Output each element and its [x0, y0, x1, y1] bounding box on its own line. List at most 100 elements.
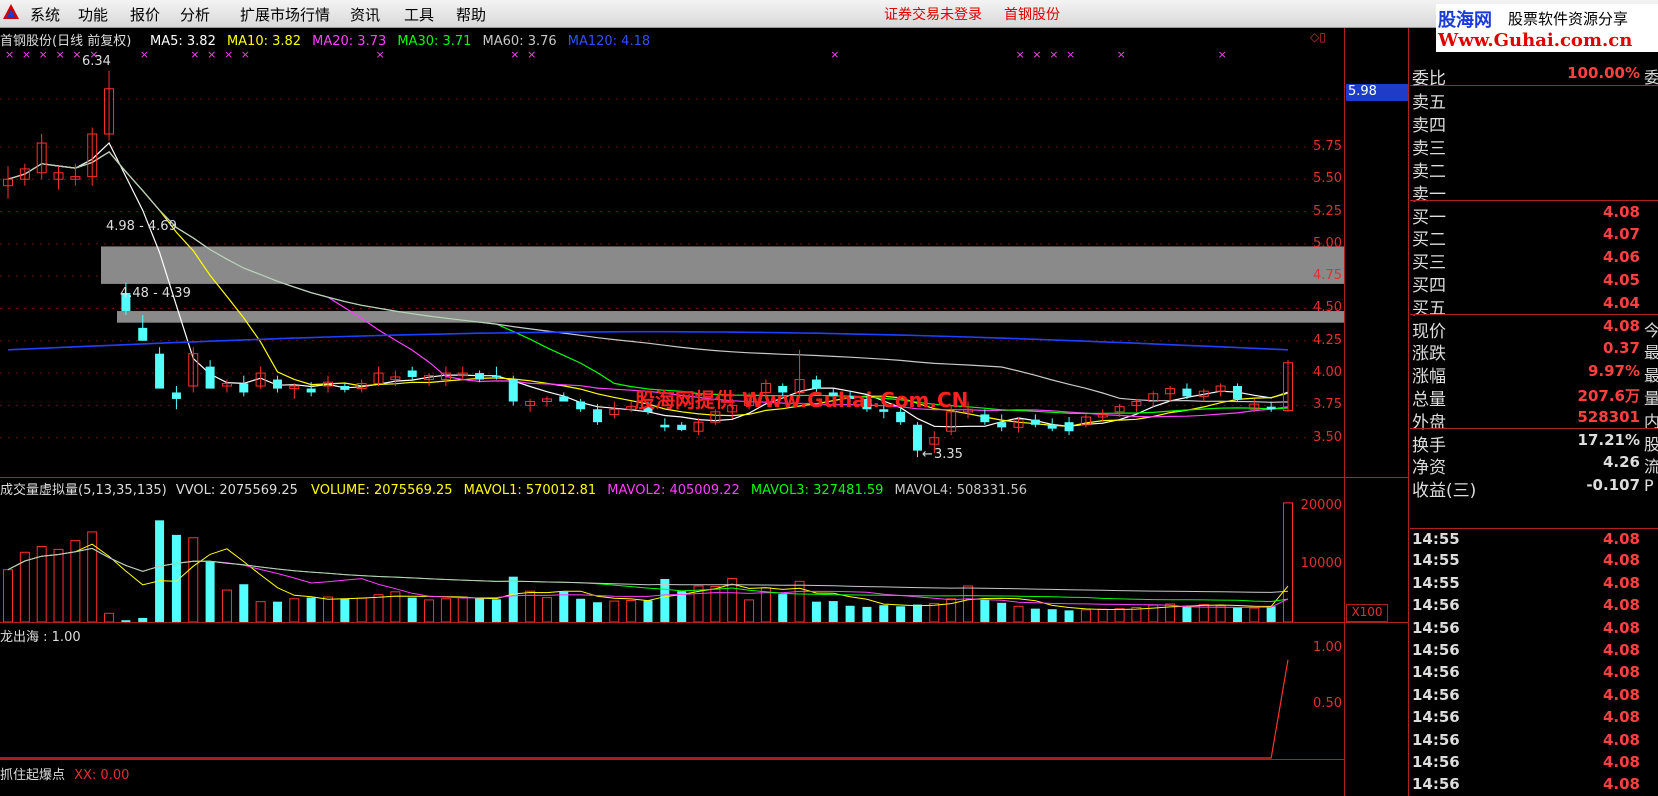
signal-marker: × [1032, 48, 1041, 61]
candle-body-down [1030, 419, 1040, 425]
candle-body-down [912, 424, 922, 451]
signal-marker: × [190, 48, 199, 61]
price-tick: 4.75 [1313, 268, 1342, 284]
ma5-label: MA5: 3.82 [150, 34, 216, 49]
ma20-label: MA20: 3.73 [312, 34, 387, 49]
webi-row: 委比 100.00% 委 [1410, 62, 1658, 89]
stat-row: 外盘 528301 内 [1410, 406, 1658, 433]
buy-level-row: 买四 4.05 [1410, 269, 1658, 296]
volume-bar-down [660, 579, 670, 622]
volume-bar-down [811, 601, 821, 622]
buy-level-price: 4.08 [1602, 203, 1640, 221]
price-tick: 5.50 [1313, 171, 1342, 187]
volume-bar-up [946, 598, 957, 623]
brand-name: 股海网 [1438, 10, 1492, 31]
price-tick: 5.75 [1313, 138, 1342, 154]
signal-marker: × [1016, 48, 1025, 61]
tick-time: 14:56 [1412, 685, 1460, 704]
volume-bar-up [710, 586, 721, 623]
volume-bar-up [221, 589, 232, 623]
band1-label: 4.98 - 4.69 [106, 219, 177, 234]
candle-body-down [980, 414, 990, 423]
tick-price: 4.08 [1602, 663, 1640, 682]
high-price-label: 6.34 [82, 54, 111, 69]
candle-body-down [559, 396, 569, 402]
volume-bar-down [475, 598, 485, 622]
tick-time: 14:56 [1412, 596, 1460, 615]
volume-bar-up [541, 597, 552, 623]
price-tick: 4.00 [1313, 365, 1342, 381]
candle-body-down [239, 383, 249, 393]
volume-bar-up [744, 599, 755, 623]
volume-bar-up [424, 599, 435, 623]
price-tick: 3.75 [1313, 397, 1342, 413]
mavol1-label: MAVOL1: 570012.81 [463, 483, 597, 498]
bottom-indicator-title: 抓住起爆点 [0, 768, 66, 783]
volume-label: VOLUME: 2075569.25 [311, 483, 453, 498]
ma10-label: MA10: 3.82 [226, 34, 302, 49]
quote-panel: 委比 100.00% 委 卖五 卖四 卖三 卖二 卖一 买一 4.08 买二 4.07 买三 4.… [1410, 60, 1658, 796]
volume-bar-down [677, 591, 687, 622]
volume-bar-down [559, 591, 569, 622]
stat-value: 207.6万 [1577, 387, 1640, 405]
candle-body-down [340, 386, 350, 390]
signal-marker: × [1218, 48, 1227, 61]
ma30-label: MA30: 3.71 [397, 34, 472, 49]
tick-price: 4.08 [1602, 685, 1640, 704]
signal-marker: × [1049, 48, 1058, 61]
candle-body-down [896, 411, 906, 423]
tick-price: 4.08 [1602, 618, 1640, 637]
tick-time: 14:55 [1412, 551, 1460, 570]
candle-body-down [138, 327, 148, 341]
stat-value: 4.08 [1602, 317, 1640, 335]
tick-price: 4.08 [1602, 708, 1640, 727]
fund-value: 17.21% [1577, 431, 1640, 449]
mavol-line [7, 547, 1289, 608]
volume-bar-down [828, 601, 838, 622]
price-tick: 3.50 [1313, 429, 1342, 445]
tick-row: 14:56 4.08 [1410, 774, 1658, 796]
volume-bar-down [778, 594, 788, 622]
volume-bar-down [1182, 605, 1192, 622]
ma-legend: MA5: 3.82 MA10: 3.82 MA20: 3.73 MA30: 3.… [150, 30, 650, 49]
tick-row: 14:55 4.08 [1410, 550, 1658, 572]
ma60-label: MA60: 3.76 [482, 34, 557, 49]
volume-bar-down [1030, 608, 1040, 622]
tick-price: 4.08 [1602, 530, 1640, 548]
volume-bar-up [1097, 608, 1108, 623]
volume-bar-down [845, 605, 855, 622]
tick-time: 14:56 [1412, 730, 1460, 749]
panel-left-border [1408, 28, 1409, 796]
vvol-label: VVOL: 2075569.25 [175, 483, 298, 498]
window-control-icon[interactable]: ◇▯ [1310, 30, 1326, 44]
pane-divider-3 [0, 759, 1344, 760]
volume-bar-up [609, 600, 620, 623]
volume-bar-up [1114, 608, 1125, 623]
signal-markers: × × × × × × × × × × × × × × × × × × × × × [5, 48, 1227, 61]
volume-bar-up [440, 598, 451, 623]
buy-level-price: 4.04 [1602, 294, 1640, 312]
candle-body-down [475, 373, 485, 380]
volume-bar-down [912, 604, 922, 622]
stat-value: 0.37 [1602, 339, 1640, 357]
webi-value: 100.00% [1567, 64, 1640, 82]
volume-bar-down [508, 576, 518, 622]
signal-marker: × [22, 48, 31, 61]
volume-bar-down [879, 605, 889, 622]
volume-bar-up [104, 612, 115, 623]
volume-bar-up [70, 540, 81, 623]
volume-tick-10000: 10000 [1300, 556, 1342, 571]
volume-bar-down [980, 599, 990, 622]
volume-bar-down [239, 584, 249, 622]
price-tick: 5.00 [1313, 235, 1342, 251]
volume-bar-up [356, 597, 367, 623]
ma20-line [7, 151, 1289, 418]
signal-marker: × [376, 48, 385, 61]
brand-watermark-box: 股海网 股票软件资源分享 Www.Guhai.com.cn [1436, 4, 1658, 52]
price-tick: 4.50 [1313, 300, 1342, 316]
buy-level-row: 买五 4.04 [1410, 292, 1658, 319]
candle-body-down [1064, 422, 1074, 432]
indicator-line [0, 659, 1289, 759]
tick-time: 14:56 [1412, 775, 1460, 794]
price-band-lower [117, 311, 1344, 323]
